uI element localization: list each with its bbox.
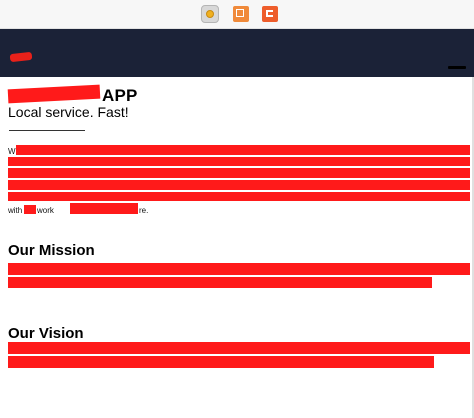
about-redaction-1 [16, 145, 470, 155]
exit-icon[interactable] [262, 6, 278, 22]
vision-redaction-2 [8, 356, 434, 368]
about-redaction-2 [8, 157, 470, 166]
page-title: APP [8, 86, 138, 106]
navbar [0, 29, 474, 77]
about-paragraph-start: W [8, 147, 16, 156]
plugin-icon[interactable] [201, 5, 219, 23]
about-last-line-fragment: work [37, 206, 54, 215]
mission-redaction-2 [8, 277, 432, 288]
title-divider [9, 130, 85, 131]
browser-toolbar [0, 0, 474, 29]
vision-heading: Our Vision [8, 325, 84, 342]
about-redaction-4 [8, 180, 470, 190]
about-redaction-6 [24, 205, 36, 214]
cube-icon[interactable] [233, 6, 249, 22]
mission-redaction-1 [8, 263, 470, 275]
vision-redaction-1 [8, 342, 470, 354]
mission-heading: Our Mission [8, 242, 95, 259]
about-last-line-prefix: with [8, 206, 23, 215]
tagline: Local service. Fast! [8, 104, 129, 120]
menu-toggle-icon[interactable] [448, 66, 466, 69]
about-last-line-suffix: re. [139, 206, 149, 215]
about-redaction-3 [8, 168, 470, 178]
brand-logo-redacted[interactable] [9, 51, 33, 63]
about-redaction-7 [70, 203, 138, 214]
about-redaction-5 [8, 192, 470, 201]
page-title-text: APP [102, 86, 138, 105]
